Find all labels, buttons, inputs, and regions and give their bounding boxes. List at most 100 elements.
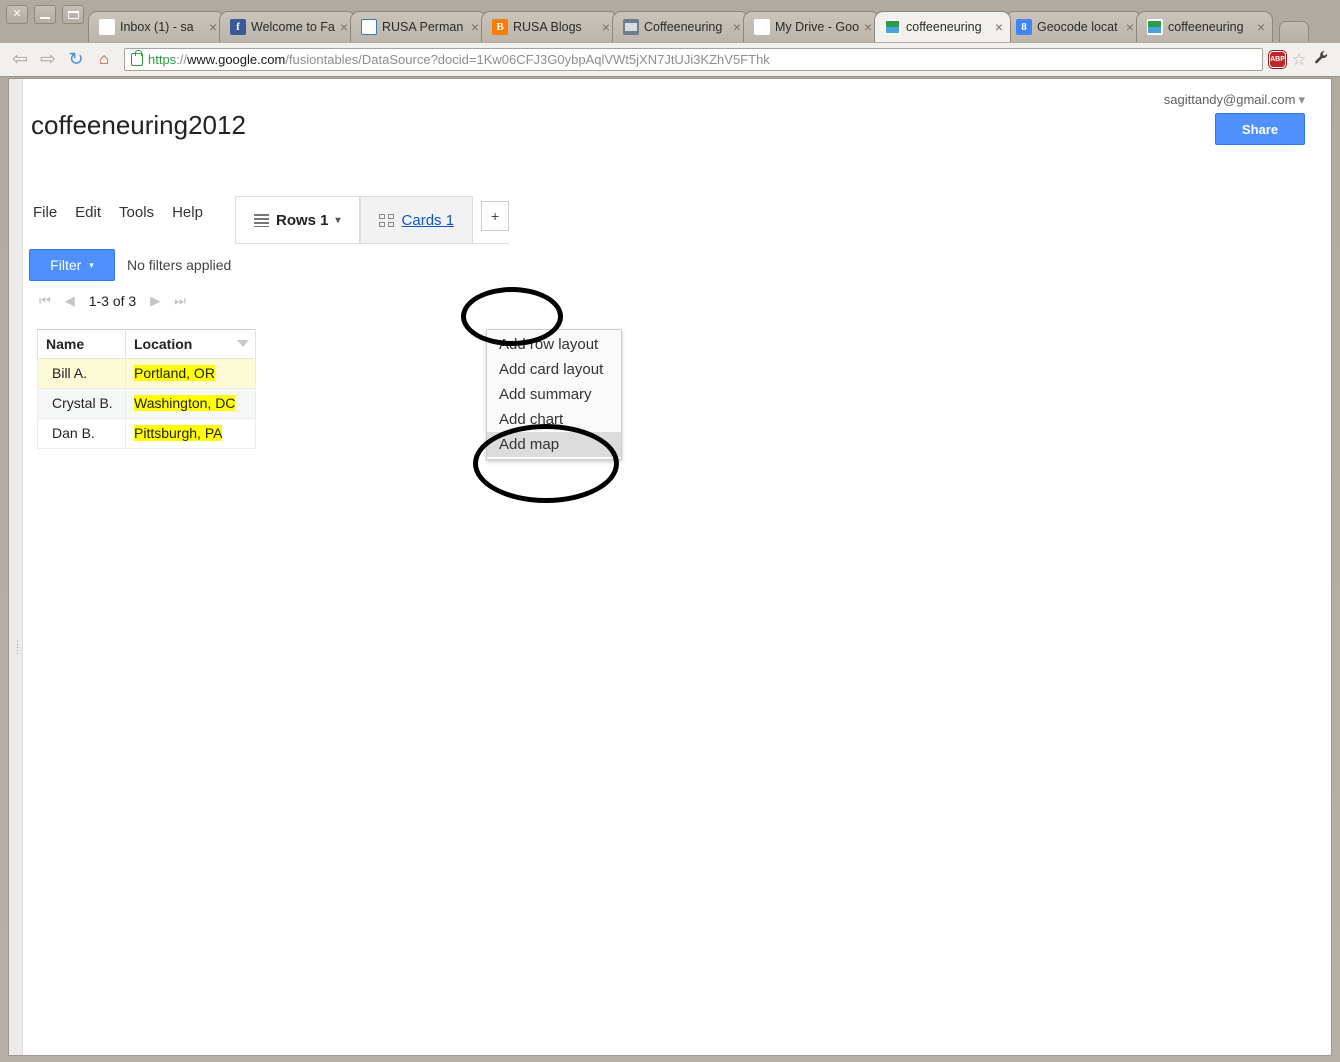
menu-item-add-summary[interactable]: Add summary — [487, 382, 621, 407]
pagination-controls: ⏮ ◀ 1-3 of 3 ▶ ⏭ — [39, 293, 186, 309]
bookmark-star-icon[interactable]: ☆ — [1290, 50, 1308, 70]
browser-window: ✕ M Inbox (1) - sa × f Welcome to Fa × ▦… — [0, 0, 1340, 1062]
tab-title: coffeeneuring — [1168, 20, 1244, 34]
tab-close-icon[interactable]: × — [1123, 19, 1137, 35]
new-tab-button[interactable] — [1279, 21, 1309, 42]
table-header-row: Name Location — [37, 329, 256, 359]
first-page-button[interactable]: ⏮ — [39, 293, 51, 309]
browser-tab-active[interactable]: coffeeneuring × — [874, 11, 1011, 42]
tab-close-icon[interactable]: × — [992, 19, 1006, 35]
menu-item-add-chart[interactable]: Add chart — [487, 407, 621, 432]
address-bar[interactable]: https://www.google.com/fusiontables/Data… — [124, 48, 1263, 71]
browser-tab[interactable]: 8 Geocode locat × — [1005, 11, 1142, 42]
browser-tab[interactable]: M Inbox (1) - sa × — [88, 11, 225, 42]
filter-button-label: Filter — [50, 257, 82, 273]
window-close-button[interactable]: ✕ — [6, 5, 28, 24]
tab-strip: ✕ M Inbox (1) - sa × f Welcome to Fa × ▦… — [0, 0, 1340, 43]
chevron-down-icon: ▾ — [89, 259, 94, 270]
tab-close-icon[interactable]: × — [206, 19, 220, 35]
fusion-tables-app: sagittandy@gmail.com ▾ Share coffeeneurin… — [23, 79, 1331, 1055]
browser-toolbar: ⇦ ⇨ ↻ ⌂ https://www.google.com/fusiontab… — [0, 43, 1340, 77]
chevron-down-icon[interactable]: ▾ — [336, 215, 341, 226]
cell-location-value: Pittsburgh, PA — [134, 425, 223, 441]
cell-location[interactable]: Washington, DC — [125, 388, 256, 419]
filter-row: Filter ▾ No filters applied — [29, 249, 231, 281]
fusion-tables-icon — [1147, 19, 1163, 35]
page-scrollbar[interactable] — [9, 79, 23, 1055]
pane-splitter-handle[interactable]: ⋮ ⋮ — [13, 640, 22, 655]
table-row[interactable]: Crystal B. Washington, DC — [37, 388, 256, 419]
tab-close-icon[interactable]: × — [337, 19, 351, 35]
rusa-icon: ▦ — [361, 19, 377, 35]
cell-name[interactable]: Bill A. — [37, 358, 126, 389]
photo-icon — [623, 19, 639, 35]
chrome-menu-wrench-icon[interactable] — [1308, 50, 1334, 70]
browser-tab[interactable]: coffeeneuring × — [1136, 11, 1273, 42]
last-page-button[interactable]: ⏭ — [174, 293, 186, 309]
menu-file[interactable]: File — [33, 204, 57, 221]
url-host: www.google.com — [187, 52, 286, 67]
tab-title: RUSA Perman — [382, 20, 464, 34]
account-menu[interactable]: sagittandy@gmail.com ▾ — [1164, 92, 1305, 108]
facebook-icon: f — [230, 19, 246, 35]
tab-close-icon[interactable]: × — [730, 19, 744, 35]
cell-location[interactable]: Pittsburgh, PA — [125, 418, 256, 449]
tab-title: My Drive - Goo — [775, 20, 860, 34]
page-title: coffeeneuring2012 — [31, 110, 246, 140]
data-table: Name Location Bill A. Portland, OR Cryst… — [37, 329, 256, 449]
tab-rows[interactable]: Rows 1 ▾ — [235, 196, 360, 243]
forward-icon[interactable]: ⇨ — [34, 48, 62, 71]
cell-name[interactable]: Dan B. — [37, 418, 126, 449]
menu-tools[interactable]: Tools — [119, 204, 154, 221]
rows-icon — [254, 213, 269, 227]
account-email: sagittandy@gmail.com — [1163, 92, 1296, 107]
column-header-location[interactable]: Location — [125, 329, 256, 359]
next-page-button[interactable]: ▶ — [150, 293, 160, 309]
secure-lock-icon — [131, 50, 143, 66]
cell-location-value: Portland, OR — [134, 365, 215, 381]
column-header-name[interactable]: Name — [37, 329, 126, 359]
gmail-icon: M — [99, 19, 115, 35]
chevron-down-icon[interactable] — [237, 340, 249, 347]
reload-icon[interactable]: ↻ — [62, 49, 90, 70]
tab-close-icon[interactable]: × — [1254, 19, 1268, 35]
url-separator: :// — [176, 52, 188, 67]
window-minimize-button[interactable] — [34, 5, 56, 24]
google-drive-icon: △ — [754, 19, 770, 35]
window-controls: ✕ — [6, 5, 84, 24]
menu-item-add-map[interactable]: Add map — [487, 432, 621, 457]
tab-close-icon[interactable]: × — [468, 19, 482, 35]
browser-tab[interactable]: Coffeeneuring × — [612, 11, 749, 42]
cell-name[interactable]: Crystal B. — [37, 388, 126, 419]
adblock-plus-icon[interactable]: ABP — [1269, 51, 1286, 68]
tab-title: Geocode locat — [1037, 20, 1118, 34]
google-icon: 8 — [1016, 19, 1032, 35]
browser-tab[interactable]: △ My Drive - Goo × — [743, 11, 880, 42]
cell-location-value: Washington, DC — [134, 395, 236, 411]
add-view-button[interactable]: + — [481, 201, 510, 231]
menu-item-add-row-layout[interactable]: Add row layout — [487, 332, 621, 357]
cell-location[interactable]: Portland, OR — [125, 358, 256, 389]
menu-item-add-card-layout[interactable]: Add card layout — [487, 357, 621, 382]
url-path: /fusiontables/DataSource?docid=1Kw06CFJ3… — [285, 52, 770, 67]
browser-tab[interactable]: ▦ RUSA Perman × — [350, 11, 487, 42]
browser-tab[interactable]: B RUSA Blogs × — [481, 11, 618, 42]
previous-page-button[interactable]: ◀ — [65, 293, 75, 309]
table-row[interactable]: Bill A. Portland, OR — [37, 358, 256, 389]
tab-title: RUSA Blogs — [513, 20, 582, 34]
window-maximize-button[interactable] — [62, 5, 84, 24]
browser-tab[interactable]: f Welcome to Fa × — [219, 11, 356, 42]
tab-rows-label: Rows 1 — [276, 211, 329, 229]
back-icon[interactable]: ⇦ — [6, 48, 34, 71]
tab-cards[interactable]: Cards 1 — [359, 196, 474, 243]
menu-edit[interactable]: Edit — [75, 204, 101, 221]
filter-button[interactable]: Filter ▾ — [29, 249, 115, 281]
share-button[interactable]: Share — [1215, 113, 1305, 145]
tab-close-icon[interactable]: × — [599, 19, 613, 35]
menu-help[interactable]: Help — [172, 204, 203, 221]
table-row[interactable]: Dan B. Pittsburgh, PA — [37, 418, 256, 449]
tab-title: Welcome to Fa — [251, 20, 335, 34]
chevron-down-icon: ▾ — [1298, 92, 1305, 107]
home-icon[interactable]: ⌂ — [90, 51, 118, 69]
tab-close-icon[interactable]: × — [861, 19, 875, 35]
